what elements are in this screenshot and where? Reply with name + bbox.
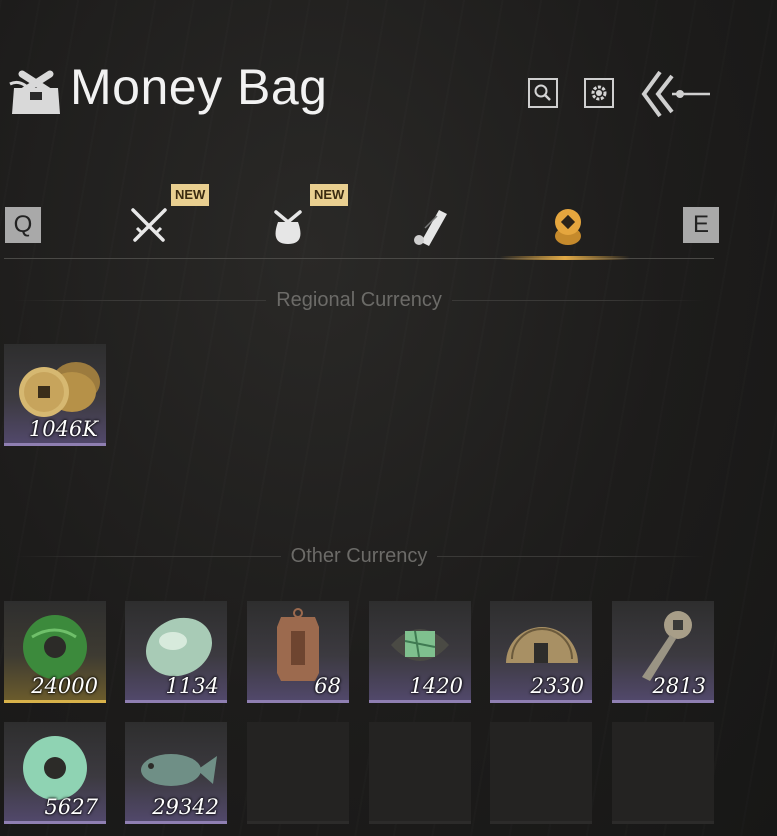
section-header-other: Other Currency bbox=[4, 544, 714, 568]
currency-slot[interactable]: 2330 bbox=[490, 601, 592, 703]
background-texture bbox=[0, 0, 777, 836]
item-count: 1046K bbox=[28, 417, 98, 441]
tab-weapons[interactable] bbox=[119, 196, 179, 256]
currency-slot[interactable]: 68 bbox=[247, 601, 349, 703]
item-count: 5627 bbox=[44, 795, 98, 819]
section-header-regional: Regional Currency bbox=[4, 288, 714, 312]
empty-slot bbox=[247, 722, 349, 824]
crossed-swords-icon bbox=[131, 208, 167, 242]
copper-coins-icon bbox=[10, 350, 100, 426]
settings-button[interactable] bbox=[584, 78, 614, 108]
currency-slot[interactable]: 29342 bbox=[125, 722, 227, 824]
back-arrow-icon bbox=[641, 70, 710, 118]
pouch-icon bbox=[274, 210, 302, 244]
half-coin-icon bbox=[496, 607, 586, 683]
new-badge: NEW bbox=[310, 184, 349, 206]
empty-slot bbox=[490, 722, 592, 824]
search-button[interactable] bbox=[528, 78, 558, 108]
item-count: 1420 bbox=[409, 674, 463, 698]
divider bbox=[14, 555, 281, 557]
tab-currency[interactable] bbox=[538, 196, 598, 256]
new-badge: NEW bbox=[171, 184, 210, 206]
divider bbox=[437, 555, 704, 557]
currency-slot[interactable]: 5627 bbox=[4, 722, 106, 824]
tab-scrolls[interactable] bbox=[399, 196, 459, 256]
jade-pebble-icon bbox=[131, 607, 221, 683]
page-title: Money Bag bbox=[70, 59, 328, 115]
divider bbox=[14, 299, 267, 301]
currency-slot[interactable]: 2813 bbox=[612, 601, 714, 703]
bronze-tablet-icon bbox=[253, 607, 343, 683]
currency-slot[interactable]: 1046K bbox=[4, 344, 106, 446]
coin-key-icon bbox=[618, 607, 708, 683]
section-title: Other Currency bbox=[290, 544, 428, 567]
item-count: 2813 bbox=[652, 674, 706, 698]
currency-slot[interactable]: 24000 bbox=[4, 601, 106, 703]
pale-jade-ring-icon bbox=[10, 728, 100, 804]
active-tab-indicator bbox=[500, 256, 630, 260]
search-icon bbox=[534, 84, 551, 101]
jade-map-icon bbox=[375, 607, 465, 683]
currency-slot[interactable]: 1134 bbox=[125, 601, 227, 703]
section-title: Regional Currency bbox=[276, 288, 442, 311]
prev-tab-key-hint[interactable]: Q bbox=[5, 207, 41, 243]
item-count: 1134 bbox=[165, 674, 219, 698]
gear-icon bbox=[591, 85, 607, 101]
item-count: 2330 bbox=[530, 674, 584, 698]
item-count: 24000 bbox=[31, 674, 98, 698]
jade-fish-icon bbox=[131, 728, 221, 804]
next-tab-key-hint[interactable]: E bbox=[683, 207, 719, 243]
scroll-icon bbox=[414, 210, 447, 246]
item-count: 29342 bbox=[152, 795, 219, 819]
empty-slot bbox=[369, 722, 471, 824]
item-count: 68 bbox=[314, 674, 341, 698]
divider bbox=[451, 299, 705, 301]
green-jade-ring-icon bbox=[10, 607, 100, 683]
empty-slot bbox=[612, 722, 714, 824]
coins-icon bbox=[555, 209, 581, 245]
money-bag-logo-icon bbox=[8, 64, 64, 118]
currency-slot[interactable]: 1420 bbox=[369, 601, 471, 703]
tab-bags[interactable] bbox=[258, 196, 318, 256]
back-button[interactable] bbox=[636, 66, 716, 122]
